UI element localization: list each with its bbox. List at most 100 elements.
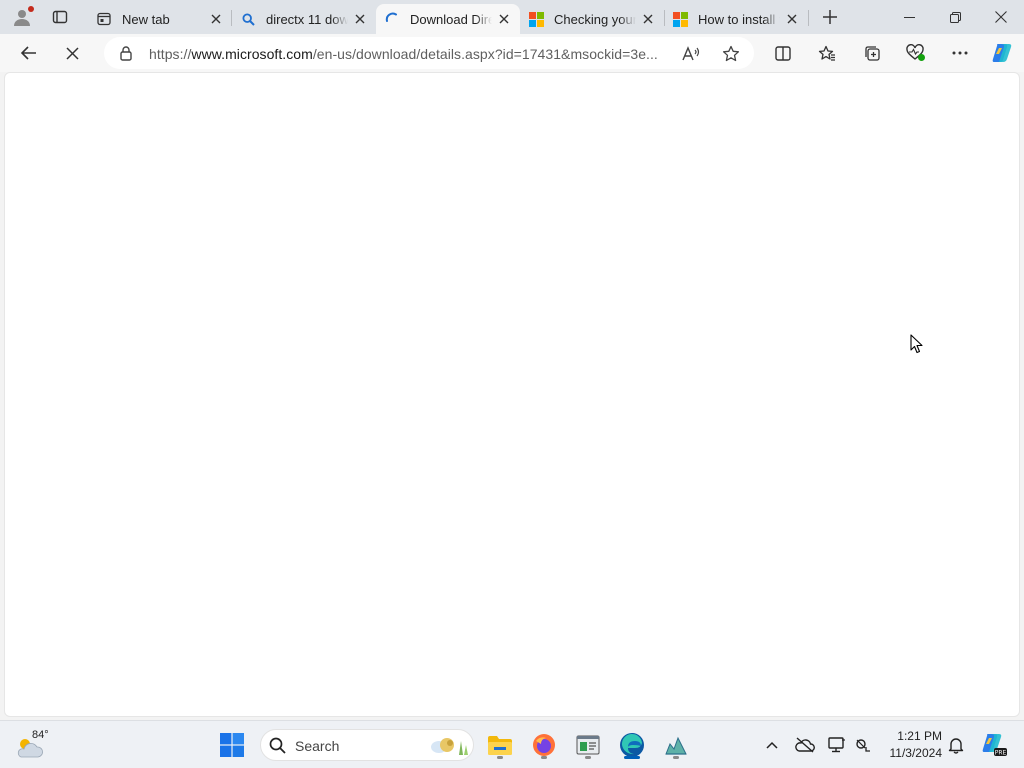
tab-title: Download DirectX End-User Runtime — [410, 11, 492, 27]
favorites-button[interactable] — [812, 38, 842, 68]
microsoft-logo-icon — [528, 11, 544, 27]
collections-button[interactable] — [857, 38, 887, 68]
close-window-button[interactable] — [978, 0, 1024, 34]
close-icon — [995, 11, 1007, 23]
profile-button[interactable] — [8, 4, 36, 30]
lock-icon[interactable] — [118, 45, 134, 61]
copilot-button[interactable] — [987, 38, 1017, 68]
tab-separator — [808, 10, 809, 26]
svg-text:PRE: PRE — [995, 749, 1007, 756]
collections-icon — [864, 45, 880, 61]
minimize-icon — [903, 16, 915, 18]
restore-button[interactable] — [932, 0, 978, 34]
task-manager-icon — [665, 736, 687, 755]
running-indicator — [497, 756, 503, 759]
system-clock[interactable]: 1:21 PM 11/3/2024 — [880, 728, 943, 762]
tab-download-directx[interactable]: Download DirectX End-User Runtime — [376, 4, 520, 34]
file-explorer-taskbar-button[interactable] — [482, 727, 518, 763]
new-tab-button[interactable] — [816, 4, 844, 30]
search-highlight-icon — [431, 738, 468, 755]
mouse-cursor-icon — [910, 334, 923, 354]
url-text[interactable]: https://www.microsoft.com/en-us/download… — [149, 46, 658, 62]
task-manager-taskbar-button[interactable] — [658, 727, 694, 763]
weather-temp: 84° — [32, 729, 49, 741]
close-icon — [787, 14, 797, 24]
taskbar-search[interactable]: Search — [260, 729, 474, 761]
search-icon — [269, 737, 286, 754]
clock-time: 1:21 PM — [897, 729, 942, 743]
back-button[interactable] — [13, 38, 43, 68]
restore-icon — [949, 11, 961, 23]
show-hidden-icons-button[interactable] — [760, 733, 784, 757]
notification-dot — [28, 6, 34, 12]
read-aloud-icon — [682, 46, 700, 61]
read-aloud-button[interactable] — [681, 44, 701, 64]
browser-toolbar: https://www.microsoft.com/en-us/download… — [0, 34, 1024, 72]
split-screen-button[interactable] — [768, 38, 798, 68]
plus-icon — [823, 10, 837, 24]
copilot-pre-icon: PRE — [982, 734, 1007, 756]
add-favorite-button[interactable] — [721, 44, 741, 64]
notifications-button[interactable] — [944, 733, 968, 757]
tab-close-button[interactable] — [636, 7, 660, 31]
firefox-taskbar-button[interactable] — [526, 727, 562, 763]
edge-icon — [620, 733, 644, 757]
close-icon — [65, 46, 79, 60]
url-prefix: https:// — [149, 46, 192, 62]
onedrive-tray-icon[interactable] — [793, 733, 817, 757]
windows-logo-icon — [220, 733, 244, 757]
tab-directx-search[interactable]: directx 11 download — [232, 4, 376, 34]
network-tray-icon[interactable] — [851, 733, 875, 757]
edge-taskbar-button[interactable] — [614, 727, 650, 763]
running-indicator — [585, 756, 591, 759]
tab-close-button[interactable] — [204, 7, 228, 31]
bell-icon — [948, 738, 964, 754]
monitor-icon — [828, 737, 845, 753]
tab-close-button[interactable] — [348, 7, 372, 31]
chevron-up-icon — [766, 741, 778, 749]
display-tray-icon[interactable] — [825, 733, 849, 757]
tab-title: New tab — [122, 11, 170, 27]
settings-more-button[interactable] — [945, 38, 975, 68]
tab-close-button[interactable] — [492, 7, 516, 31]
network-disconnected-icon — [856, 739, 870, 752]
taskbar: 84° Search 1:21 PM 11/3/2024 PRE — [0, 720, 1024, 768]
newtab-icon — [96, 11, 112, 27]
search-placeholder: Search — [295, 738, 340, 754]
url-path: /en-us/download/details.aspx?id=17431&ms… — [312, 46, 658, 62]
split-screen-icon — [775, 45, 791, 61]
tab-actions-button[interactable] — [46, 4, 74, 30]
tab-title: directx 11 download — [266, 11, 348, 27]
copilot-icon — [992, 44, 1012, 62]
firefox-icon — [533, 734, 555, 756]
folder-icon — [488, 736, 512, 755]
running-indicator — [541, 756, 547, 759]
tab-checking-device[interactable]: Checking your device — [520, 4, 664, 34]
running-indicator — [673, 756, 679, 759]
minimize-button[interactable] — [886, 0, 932, 34]
stop-loading-button[interactable] — [57, 38, 87, 68]
back-arrow-icon — [20, 46, 36, 60]
tab-new-tab[interactable]: New tab — [88, 4, 232, 34]
tab-actions-icon — [52, 10, 68, 24]
tab-how-to-install[interactable]: How to install the latest version — [664, 4, 808, 34]
page-content[interactable] — [4, 72, 1020, 717]
microsoft-logo-icon — [672, 11, 688, 27]
address-bar[interactable]: https://www.microsoft.com/en-us/download… — [104, 37, 754, 69]
url-host: www.microsoft.com — [191, 46, 313, 62]
app-taskbar-button[interactable] — [570, 727, 606, 763]
tab-title: How to install the latest version — [698, 11, 780, 27]
start-button[interactable] — [214, 727, 250, 763]
loading-spinner-icon — [384, 11, 400, 27]
browser-essentials-button[interactable] — [901, 38, 931, 68]
close-icon — [355, 14, 365, 24]
close-icon — [499, 14, 509, 24]
copilot-taskbar-button[interactable]: PRE — [978, 729, 1008, 759]
favorites-icon — [818, 45, 835, 61]
running-indicator-active — [624, 756, 640, 759]
tab-close-button[interactable] — [780, 7, 804, 31]
weather-widget[interactable]: 84° — [16, 729, 56, 761]
cloud-offline-icon — [795, 737, 815, 753]
tab-title: Checking your device — [554, 11, 636, 27]
window-app-icon — [576, 735, 600, 755]
